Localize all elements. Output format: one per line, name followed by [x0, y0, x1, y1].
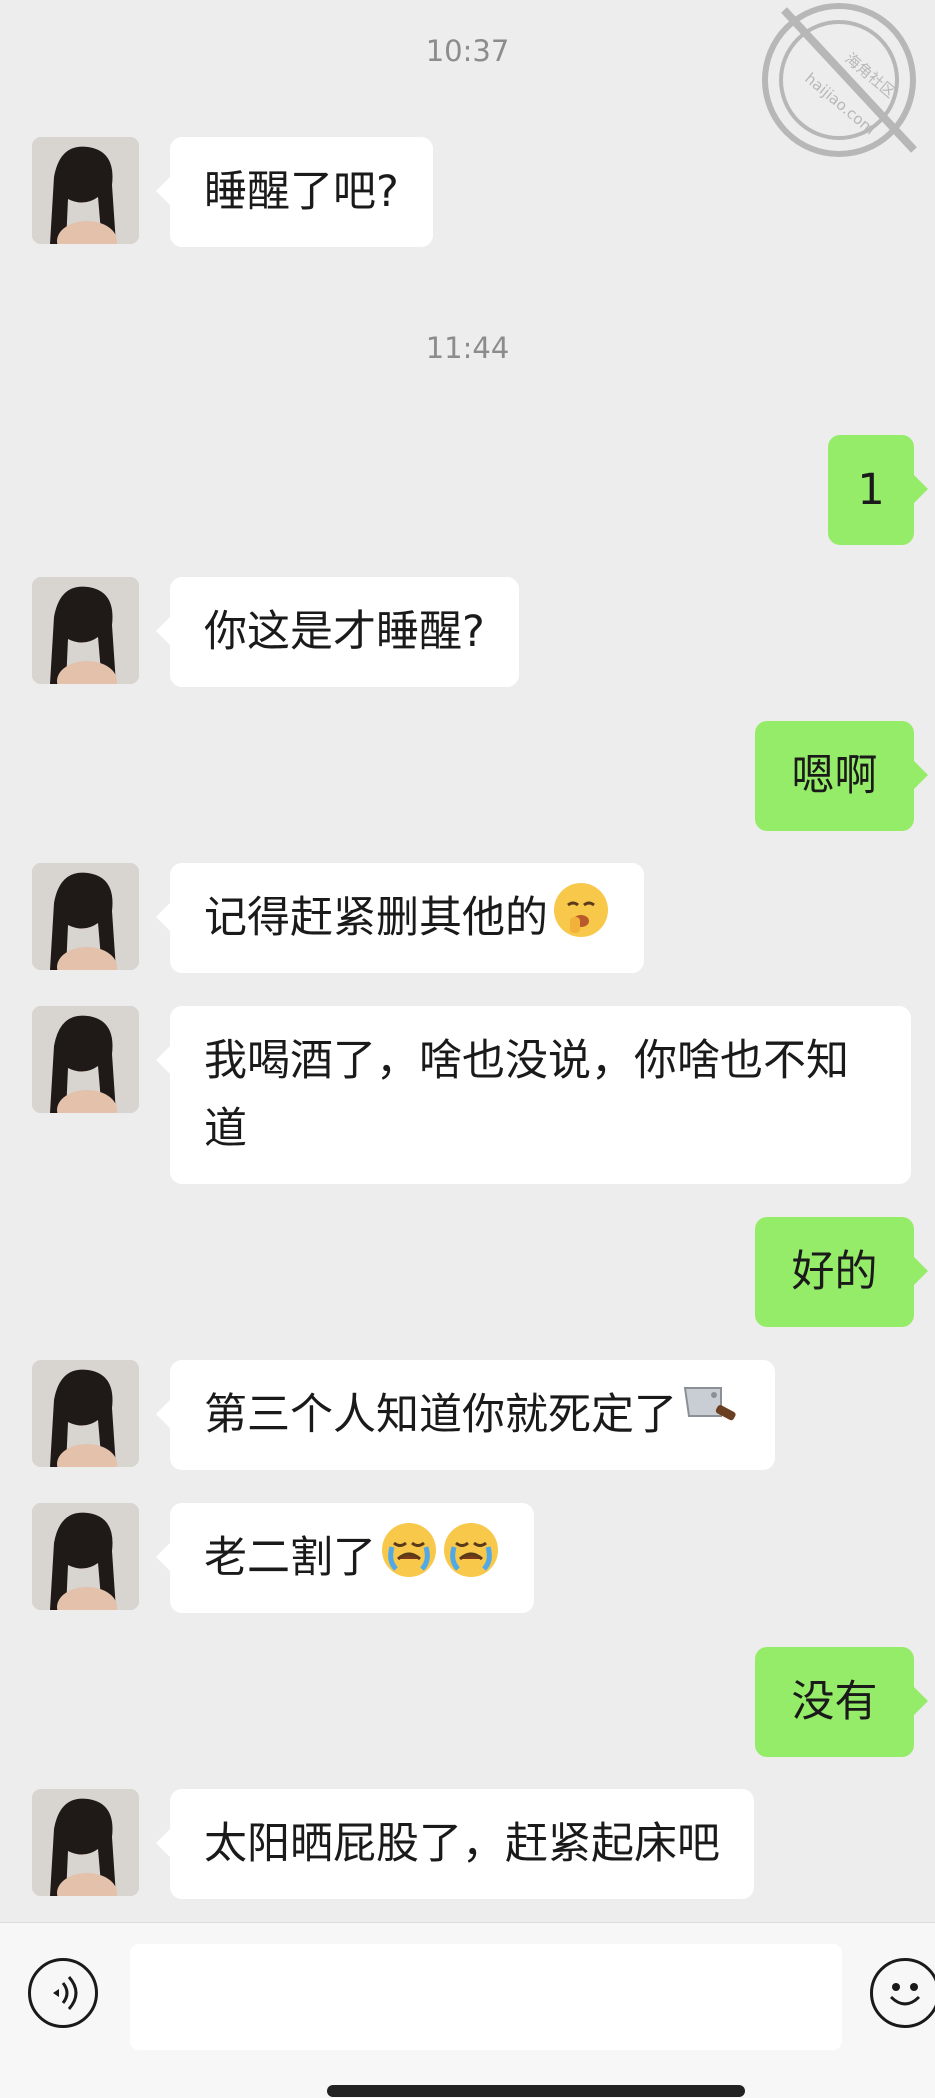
- message-bubble-incoming[interactable]: 太阳晒屁股了，赶紧起床吧: [156, 1789, 754, 1899]
- message-bubble-incoming[interactable]: 记得赶紧删其他的: [156, 863, 644, 973]
- avatar[interactable]: [32, 863, 139, 970]
- cleaver-knife-emoji: [681, 1382, 741, 1449]
- avatar[interactable]: [32, 1360, 139, 1467]
- message-text: 嗯啊: [791, 751, 878, 801]
- message-text: 好的: [791, 1247, 878, 1297]
- crying-face-emoji: [442, 1521, 500, 1596]
- message-bubble-outgoing[interactable]: 1: [828, 435, 928, 545]
- avatar[interactable]: [32, 577, 139, 684]
- message-text-line: 我喝酒了，啥也没说，你啥也不知: [204, 1036, 849, 1086]
- smiley-icon[interactable]: [870, 1958, 935, 2028]
- message-text: 没有: [791, 1677, 878, 1727]
- avatar[interactable]: [32, 1503, 139, 1610]
- watermark-logo: 海角社区 haijiao.com: [744, 0, 935, 170]
- message-bubble-incoming[interactable]: 第三个人知道你就死定了: [156, 1360, 775, 1470]
- message-text: 第三个人知道你就死定了: [204, 1390, 677, 1440]
- avatar[interactable]: [32, 137, 139, 244]
- message-text: 太阳晒屁股了，赶紧起床吧: [204, 1819, 720, 1869]
- message-text: 记得赶紧删其他的: [204, 893, 548, 943]
- message-bubble-outgoing[interactable]: 没有: [755, 1647, 928, 1757]
- message-input[interactable]: [130, 1944, 842, 2050]
- avatar[interactable]: [32, 1006, 139, 1113]
- message-bubble-incoming[interactable]: 我喝酒了，啥也没说，你啥也不知 道: [156, 1006, 911, 1184]
- message-bubble-incoming[interactable]: 睡醒了吧?: [156, 137, 433, 247]
- message-bubble-outgoing[interactable]: 好的: [755, 1217, 928, 1327]
- message-text: 老二割了: [204, 1533, 376, 1583]
- timestamp: 10:37: [425, 34, 510, 68]
- shushing-face-emoji: [552, 881, 610, 956]
- crying-face-emoji: [380, 1521, 438, 1596]
- message-bubble-incoming[interactable]: 老二割了: [156, 1503, 534, 1613]
- message-bubble-outgoing[interactable]: 嗯啊: [755, 721, 928, 831]
- message-bubble-incoming[interactable]: 你这是才睡醒?: [156, 577, 519, 687]
- timestamp: 11:44: [425, 331, 510, 365]
- voice-icon[interactable]: [28, 1958, 98, 2028]
- message-text-line: 道: [204, 1104, 247, 1154]
- message-text: 睡醒了吧?: [204, 167, 399, 217]
- avatar[interactable]: [32, 1789, 139, 1896]
- message-text: 你这是才睡醒?: [204, 607, 485, 657]
- home-indicator[interactable]: [327, 2085, 745, 2097]
- message-text: 1: [857, 465, 885, 515]
